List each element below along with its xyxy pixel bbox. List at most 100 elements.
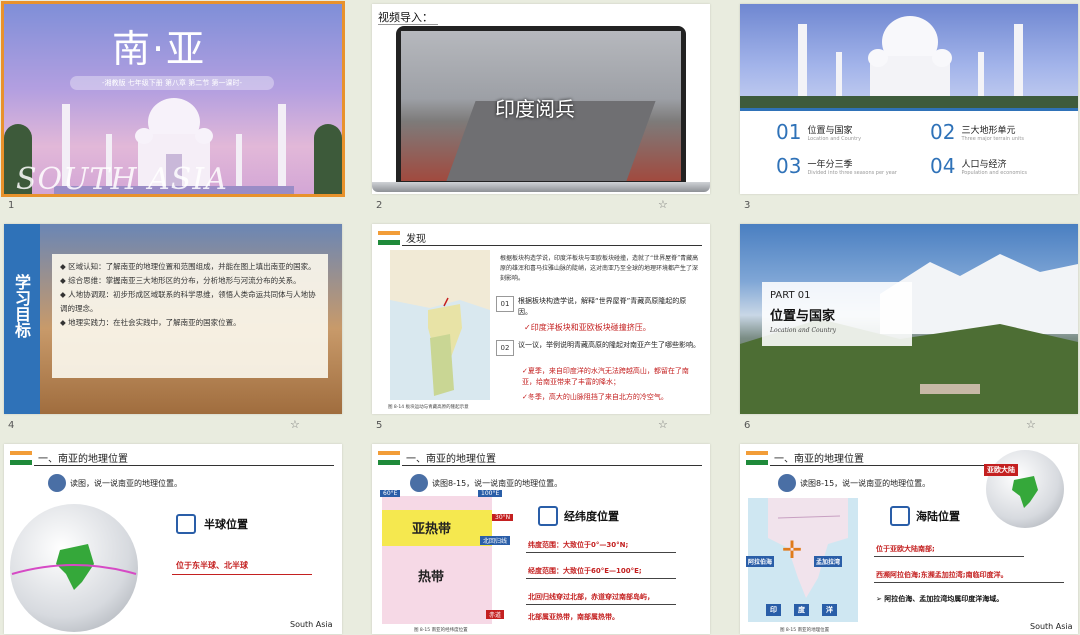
toc-en: Divided into three seasons per year xyxy=(807,169,897,176)
q1-number: 01 xyxy=(496,296,514,312)
slide-3[interactable]: 01 位置与国家 Location and Country 02 三大地形单元 Th… xyxy=(740,4,1078,194)
india-flag-icon xyxy=(746,450,768,465)
header-line xyxy=(402,245,702,246)
map-label-south-2: 度 xyxy=(794,604,809,616)
part-label: PART 01 xyxy=(770,290,811,301)
toc-text: 人口与经济 Population and economics xyxy=(961,157,1027,176)
star-icon[interactable]: ☆ xyxy=(290,418,300,431)
toc-text: 一年分三季 Divided into three seasons per year xyxy=(807,157,896,176)
footer: South Asia xyxy=(290,620,333,629)
info-line-2: 西濒阿拉伯海;东濒孟加拉湾;南临印度洋。 xyxy=(876,571,1008,579)
header-title: 发现 xyxy=(406,234,426,245)
video-frame[interactable]: 印度阅兵 xyxy=(401,31,681,181)
objectives-panel: ◆ 区域认知：了解南亚的地理位置和范围组成，并能在图上填出南亚的国家。 ◆ 综合… xyxy=(52,254,328,378)
map-label-west: 阿拉伯海 xyxy=(746,556,775,567)
slide-header: 一、南亚的地理位置 xyxy=(378,450,496,465)
reader-icon xyxy=(410,474,428,492)
objective-4: ◆ 地理实践力：在社会实践中，了解南亚的国家位置。 xyxy=(60,318,241,327)
map-label-tropic: 北回归线 xyxy=(480,536,511,545)
slide-number-1: 1 xyxy=(8,200,15,211)
slide-number-3: 3 xyxy=(744,200,751,211)
subtitle-banner: -湘教版 七年级下册 第八章 第二节 第一课时- xyxy=(70,76,274,90)
intro-text: 根据板块构造学说，印度洋板块与亚欧板块碰撞，造就了“世界屋脊”青藏高原的雄浑和喜… xyxy=(500,255,699,282)
toc-zh: 一年分三季 xyxy=(807,159,853,170)
slide-number-2: 2 xyxy=(376,200,383,211)
map-label-south-3: 洋 xyxy=(822,604,837,616)
divider xyxy=(378,24,438,25)
answer: 位于东半球、北半球 xyxy=(176,561,248,570)
toc-zh: 位置与国家 xyxy=(807,125,853,136)
objective-1: ◆ 区域认知：了解南亚的地理位置和范围组成，并能在图上填出南亚的国家。 xyxy=(60,262,316,271)
arrow-icon: ✛ xyxy=(782,536,803,564)
toc-item-2[interactable]: 02 三大地形单元 Three major terrain units xyxy=(930,120,1024,144)
toc-item-4[interactable]: 04 人口与经济 Population and economics xyxy=(930,154,1027,178)
toc-en: Population and economics xyxy=(961,169,1028,176)
part-title: 位置与国家 xyxy=(770,309,836,324)
objective-2: ◆ 综合思维：掌握南亚三大地形区的分布，分析地形与河流分布的关系。 xyxy=(60,276,301,285)
q2-answer-winter: ✓冬季，高大的山脉阻挡了来自北方的冷空气。 xyxy=(522,393,668,401)
notes-icon xyxy=(538,506,558,526)
info-line-3: 北回归线穿过北部，赤道穿过南部岛屿， xyxy=(528,593,654,601)
map-label-lat-top: 30°N xyxy=(492,514,514,521)
india-flag-icon xyxy=(10,450,32,465)
taj-banner-image xyxy=(740,4,1078,108)
header-title: 一、南亚的地理位置 xyxy=(406,454,496,465)
latlong-map: 亚热带 热带 xyxy=(382,496,492,624)
star-icon[interactable]: ☆ xyxy=(658,198,668,211)
part-en: Location and Country xyxy=(770,327,837,334)
english-title: SOUTH ASIA xyxy=(16,162,228,194)
slide-9[interactable]: 一、南亚的地理位置 读图8-15，说一说南亚的地理位置。 亚欧大陆 ✛ 阿拉伯海… xyxy=(740,444,1078,634)
box-title: 海陆位置 xyxy=(916,510,960,523)
underline xyxy=(874,556,1024,557)
toc-number: 04 xyxy=(930,154,956,178)
notes-icon xyxy=(176,514,196,534)
india-flag-icon xyxy=(378,230,400,245)
slide-header: 发现 xyxy=(378,230,426,245)
toc-item-3[interactable]: 03 一年分三季 Divided into three seasons per y… xyxy=(776,154,897,178)
part-panel: PART 01 位置与国家 Location and Country xyxy=(762,282,912,346)
slide-number-6: 6 xyxy=(744,420,751,431)
toc-en: Location and Country xyxy=(807,135,862,142)
slide-5[interactable]: 发现 图 8-14 板块运动与青藏高原的隆起示意 根据板块构造学说，印度洋板块与… xyxy=(372,224,710,414)
underline xyxy=(526,552,676,553)
map-label-zone1: 亚热带 xyxy=(412,522,452,537)
globe-image xyxy=(10,504,138,632)
slide-1[interactable]: 南·亚 -湘教版 七年级下册 第八章 第二节 第一课时- SOUTH ASIA xyxy=(1,1,345,197)
bullet-note: ➢ 阿拉伯海、孟加拉湾均属印度洋海域。 xyxy=(876,595,1004,603)
toc-number: 01 xyxy=(776,120,802,144)
slide-2[interactable]: 视频导入： 印度阅兵 xyxy=(372,4,710,194)
star-icon[interactable]: ☆ xyxy=(658,418,668,431)
globe-image xyxy=(986,450,1064,528)
map-label-lon-right: 100°E xyxy=(478,490,503,497)
info-line-1: 纬度范围：大致位于0°—30°N; xyxy=(528,541,629,549)
star-icon[interactable]: ☆ xyxy=(1026,418,1036,431)
slide-number-4: 4 xyxy=(8,420,15,431)
tectonic-map xyxy=(390,250,490,400)
map-label-lon-left: 60°E xyxy=(380,490,401,497)
toc-number: 02 xyxy=(930,120,956,144)
toc-en: Three major terrain units xyxy=(961,135,1024,142)
notes-icon xyxy=(890,506,910,526)
slide-4[interactable]: 学习目标 ◆ 区域认知：了解南亚的地理位置和范围组成，并能在图上填出南亚的国家。… xyxy=(4,224,342,414)
underline xyxy=(526,604,676,605)
slide-8[interactable]: 一、南亚的地理位置 读图8-15，说一说南亚的地理位置。 亚热带 热带 60°E… xyxy=(372,444,710,634)
reader-icon xyxy=(48,474,66,492)
toc-text: 三大地形单元 Three major terrain units xyxy=(961,123,1024,142)
map-label-south-1: 印 xyxy=(766,604,781,616)
footer: South Asia xyxy=(1030,622,1073,631)
info-line-4: 北部属亚热带，南部属热带。 xyxy=(528,613,619,621)
slide-7[interactable]: 一、南亚的地理位置 读图，说一说南亚的地理位置。 半球位置 位于东半球、北半球 … xyxy=(4,444,342,634)
q1-text: 根据板块构造学说，解释“世界屋脊”青藏高原隆起的原因。 xyxy=(518,297,687,316)
slide-header: 一、南亚的地理位置 xyxy=(10,450,128,465)
header-title: 一、南亚的地理位置 xyxy=(38,454,128,465)
video-caption: 印度阅兵 xyxy=(495,97,575,121)
q2-answer-summer: ✓夏季，来自印度洋的水汽无法跨越高山，都留在了南亚，给南亚带来了丰富的降水； xyxy=(522,367,689,386)
video-label: 视频导入： xyxy=(378,11,433,24)
q2-number: 02 xyxy=(496,340,514,356)
toc-item-1[interactable]: 01 位置与国家 Location and Country xyxy=(776,120,861,144)
q1-answer: ✓印度洋板块和亚欧板块碰撞挤压。 xyxy=(524,323,651,332)
underline xyxy=(874,582,1064,583)
slide-6[interactable]: PART 01 位置与国家 Location and Country xyxy=(740,224,1078,414)
toc-text: 位置与国家 Location and Country xyxy=(807,123,861,142)
header-line xyxy=(402,465,702,466)
